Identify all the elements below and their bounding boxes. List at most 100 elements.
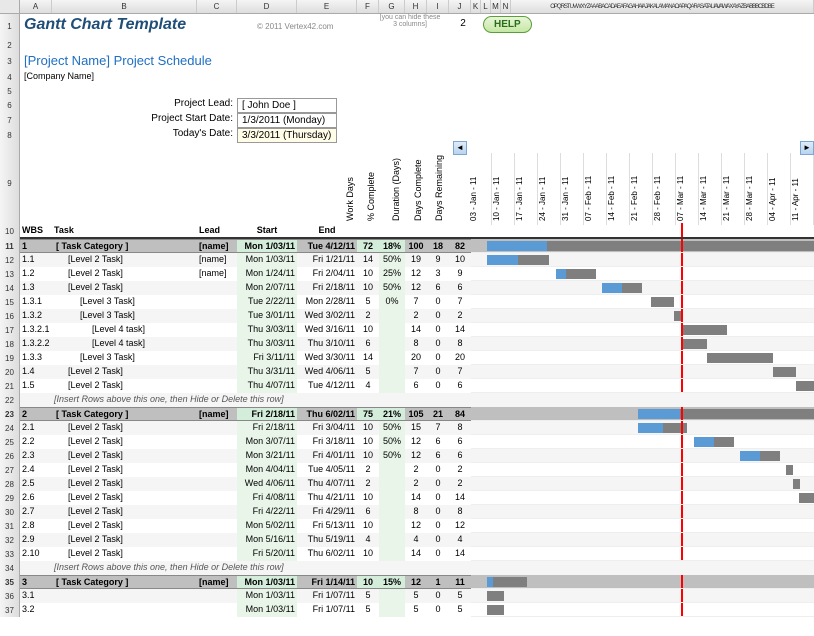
task-row[interactable]: 14 1.3 [Level 2 Task] Mon 2/07/11 Fri 2/… xyxy=(0,281,814,295)
task-row[interactable]: 23 2 [ Task Category ] [name] Fri 2/18/1… xyxy=(0,407,814,421)
row-number[interactable]: 1 xyxy=(0,14,20,38)
project-start-input[interactable]: 1/3/2011 (Monday) xyxy=(237,113,337,128)
task-row[interactable]: 35 3 [ Task Category ] [name] Mon 1/03/1… xyxy=(0,575,814,589)
row-number[interactable]: 8 xyxy=(0,128,20,143)
row-number[interactable]: 36 xyxy=(0,589,20,603)
row-number[interactable]: 2 xyxy=(0,38,20,52)
col-letters-rest[interactable]: OPQRSTUVWXYZAAABACADAEAFAGAHAIAJAKALAMAN… xyxy=(511,0,814,13)
task-row[interactable]: 11 1 [ Task Category ] [name] Mon 1/03/1… xyxy=(0,239,814,253)
gantt-bar-complete xyxy=(740,451,760,461)
row-number[interactable]: 21 xyxy=(0,379,20,393)
row-number[interactable]: 3 xyxy=(0,52,20,70)
row-number[interactable]: 18 xyxy=(0,337,20,351)
task-rows-container: 11 1 [ Task Category ] [name] Mon 1/03/1… xyxy=(0,239,814,617)
gantt-bar xyxy=(681,339,707,349)
task-row[interactable]: 21 1.5 [Level 2 Task] Thu 4/07/11 Tue 4/… xyxy=(0,379,814,393)
col-letter[interactable]: L xyxy=(481,0,491,13)
gantt-cell xyxy=(471,505,814,519)
task-row[interactable]: 20 1.4 [Level 2 Task] Thu 3/31/11 Wed 4/… xyxy=(0,365,814,379)
col-letter[interactable]: D xyxy=(237,0,297,13)
page-title: Gantt Chart Template xyxy=(20,14,257,38)
select-all-corner[interactable] xyxy=(0,0,20,13)
row-number[interactable]: 37 xyxy=(0,603,20,617)
gantt-cell xyxy=(471,477,814,491)
today-line xyxy=(681,223,683,237)
gantt-scroll-right-button[interactable]: ► xyxy=(800,141,814,155)
row-number[interactable]: 29 xyxy=(0,491,20,505)
col-letter[interactable]: K xyxy=(471,0,481,13)
task-row[interactable]: 36 3.1 Mon 1/03/11 Fri 1/07/11 5 5 0 5 xyxy=(0,589,814,603)
row-number[interactable]: 24 xyxy=(0,421,20,435)
row-number[interactable]: 5 xyxy=(0,84,20,98)
gantt-cell xyxy=(471,351,814,365)
col-letter[interactable]: B xyxy=(52,0,197,13)
row-number[interactable]: 20 xyxy=(0,365,20,379)
task-row[interactable]: 37 3.2 Mon 1/03/11 Fri 1/07/11 5 5 0 5 xyxy=(0,603,814,617)
col-letter[interactable]: F xyxy=(357,0,379,13)
task-row[interactable]: 18 1.3.2.2 [Level 4 task] Thu 3/03/11 Th… xyxy=(0,337,814,351)
todays-date-input[interactable]: 3/3/2011 (Thursday) xyxy=(237,128,337,143)
col-letter[interactable]: C xyxy=(197,0,237,13)
row-number[interactable]: 25 xyxy=(0,435,20,449)
project-lead-input[interactable]: [ John Doe ] xyxy=(237,98,337,113)
gantt-scroll-left-button[interactable]: ◄ xyxy=(453,141,467,155)
task-row[interactable]: 12 1.1 [Level 2 Task] [name] Mon 1/03/11… xyxy=(0,253,814,267)
task-row[interactable]: 30 2.7 [Level 2 Task] Fri 4/22/11 Fri 4/… xyxy=(0,505,814,519)
col-letter[interactable]: H xyxy=(405,0,427,13)
gantt-bar xyxy=(707,353,773,363)
task-row[interactable]: 17 1.3.2.1 [Level 4 task] Thu 3/03/11 We… xyxy=(0,323,814,337)
row-number[interactable]: 34 xyxy=(0,561,20,575)
task-row[interactable]: 13 1.2 [Level 2 Task] [name] Mon 1/24/11… xyxy=(0,267,814,281)
row-number[interactable]: 6 xyxy=(0,98,20,113)
company-name[interactable]: [Company Name] xyxy=(20,70,98,84)
task-row[interactable]: 19 1.3.3 [Level 3 Task] Fri 3/11/11 Wed … xyxy=(0,351,814,365)
task-row[interactable]: 33 2.10 [Level 2 Task] Fri 5/20/11 Thu 6… xyxy=(0,547,814,561)
col-letter[interactable]: E xyxy=(297,0,357,13)
row-number[interactable]: 28 xyxy=(0,477,20,491)
row-number[interactable]: 30 xyxy=(0,505,20,519)
row-number[interactable]: 9 xyxy=(0,143,20,223)
row-number[interactable]: 4 xyxy=(0,70,20,84)
task-row[interactable]: 32 2.9 [Level 2 Task] Mon 5/16/11 Thu 5/… xyxy=(0,533,814,547)
col-letter[interactable]: J xyxy=(449,0,471,13)
task-row[interactable]: 31 2.8 [Level 2 Task] Mon 5/02/11 Fri 5/… xyxy=(0,519,814,533)
row-number[interactable]: 31 xyxy=(0,519,20,533)
row-number[interactable]: 13 xyxy=(0,267,20,281)
project-subtitle[interactable]: [Project Name] Project Schedule xyxy=(20,52,216,70)
row-number[interactable]: 15 xyxy=(0,295,20,309)
row-number[interactable]: 16 xyxy=(0,309,20,323)
row-number[interactable]: 22 xyxy=(0,393,20,407)
gantt-bar xyxy=(487,605,504,615)
gantt-cell xyxy=(471,323,814,337)
row-number[interactable]: 11 xyxy=(0,239,20,253)
date-column-label: 24 - Jan - 11 xyxy=(538,153,561,225)
col-letter[interactable]: A xyxy=(20,0,52,13)
task-row[interactable]: 26 2.3 [Level 2 Task] Mon 3/21/11 Fri 4/… xyxy=(0,449,814,463)
task-row[interactable]: 15 1.3.1 [Level 3 Task] Tue 2/22/11 Mon … xyxy=(0,295,814,309)
row-number[interactable]: 33 xyxy=(0,547,20,561)
task-row[interactable]: 16 1.3.2 [Level 3 Task] Tue 3/01/11 Wed … xyxy=(0,309,814,323)
row-number[interactable]: 26 xyxy=(0,449,20,463)
row-number[interactable]: 10 xyxy=(0,223,20,239)
today-line xyxy=(681,575,683,588)
col-letter[interactable]: M xyxy=(491,0,501,13)
row-number[interactable]: 35 xyxy=(0,575,20,589)
task-row[interactable]: 25 2.2 [Level 2 Task] Mon 3/07/11 Fri 3/… xyxy=(0,435,814,449)
task-row[interactable]: 29 2.6 [Level 2 Task] Fri 4/08/11 Thu 4/… xyxy=(0,491,814,505)
row-number[interactable]: 19 xyxy=(0,351,20,365)
task-row[interactable]: 28 2.5 [Level 2 Task] Wed 4/06/11 Thu 4/… xyxy=(0,477,814,491)
row-number[interactable]: 23 xyxy=(0,407,20,421)
col-letter[interactable]: I xyxy=(427,0,449,13)
row-number[interactable]: 12 xyxy=(0,253,20,267)
task-row[interactable]: 24 2.1 [Level 2 Task] Fri 2/18/11 Fri 3/… xyxy=(0,421,814,435)
col-letter[interactable]: N xyxy=(501,0,511,13)
row-number[interactable]: 7 xyxy=(0,113,20,128)
row-number[interactable]: 14 xyxy=(0,281,20,295)
row-number[interactable]: 27 xyxy=(0,463,20,477)
gantt-cell xyxy=(471,337,814,351)
row-number[interactable]: 17 xyxy=(0,323,20,337)
col-letter[interactable]: G xyxy=(379,0,405,13)
task-row[interactable]: 27 2.4 [Level 2 Task] Mon 4/04/11 Tue 4/… xyxy=(0,463,814,477)
row-number[interactable]: 32 xyxy=(0,533,20,547)
help-button[interactable]: HELP xyxy=(483,16,532,33)
